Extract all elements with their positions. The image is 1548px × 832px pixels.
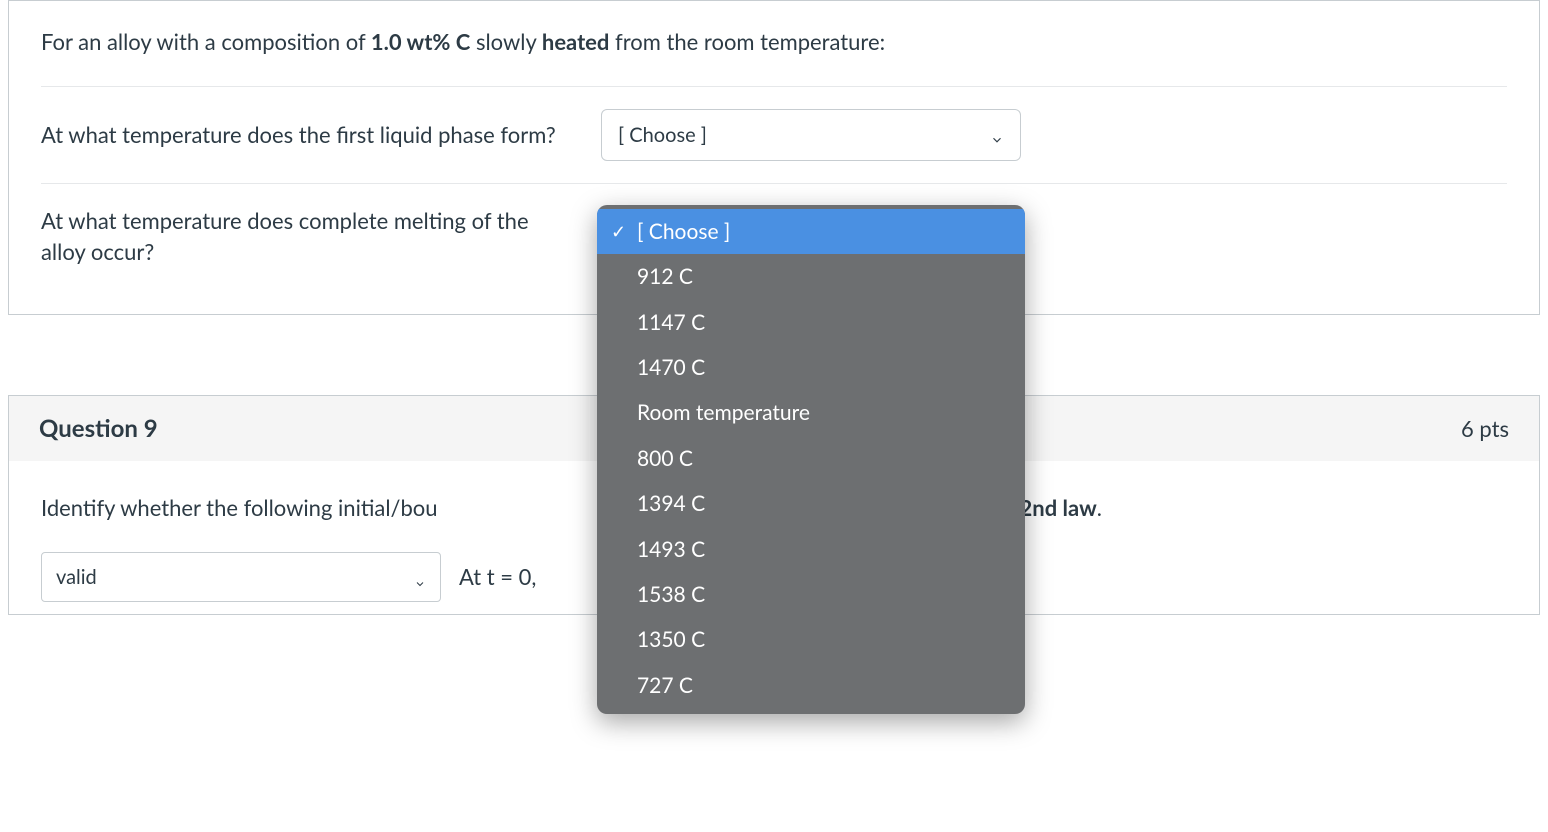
prompt-text: slowly	[470, 28, 542, 55]
answer-row-2: At what temperature does complete meltin…	[41, 183, 1507, 290]
select-value: valid	[56, 565, 97, 589]
dropdown-option[interactable]: 1470 C	[597, 345, 1025, 390]
dropdown-option[interactable]: 1350 C	[597, 617, 1025, 662]
prompt-text: For an alloy with a composition of	[41, 28, 371, 55]
q9-prompt-left: Identify whether the following initial/b…	[41, 494, 438, 521]
q9-condition-left: At t = 0,	[459, 563, 536, 590]
answer-1-select[interactable]: [ Choose ]	[601, 109, 1021, 161]
dropdown-option[interactable]: 1493 C	[597, 527, 1025, 572]
prompt-text: from the room temperature:	[609, 28, 885, 55]
dropdown-option[interactable]: 912 C	[597, 254, 1025, 299]
answer-2-label: At what temperature does complete meltin…	[41, 206, 581, 268]
prompt-bold-composition: 1.0 wt% C	[371, 28, 470, 55]
chevron-down-icon	[414, 571, 426, 583]
answer-1-label: At what temperature does the first liqui…	[41, 120, 581, 151]
dropdown-option[interactable]: 1147 C	[597, 300, 1025, 345]
dropdown-option[interactable]: Room temperature	[597, 390, 1025, 435]
dropdown-option[interactable]: [ Choose ]	[597, 209, 1025, 254]
select-value: [ Choose ]	[618, 123, 707, 147]
q9-valid-select[interactable]: valid	[41, 552, 441, 602]
answer-2-select-wrap: [ Choose ] [ Choose ]912 C1147 C1470 CRo…	[601, 211, 1021, 263]
dropdown-option[interactable]: 800 C	[597, 436, 1025, 481]
dropdown-option[interactable]: 727 C	[597, 663, 1025, 708]
question-8-body: For an alloy with a composition of 1.0 w…	[9, 1, 1539, 314]
dropdown-option[interactable]: 1394 C	[597, 481, 1025, 526]
question-8-prompt: For an alloy with a composition of 1.0 w…	[41, 25, 1507, 58]
question-9-title: Question 9	[39, 414, 158, 443]
answer-1-select-wrap: [ Choose ]	[601, 109, 1021, 161]
q9-prompt-period: .	[1097, 494, 1102, 521]
question-8-card: For an alloy with a composition of 1.0 w…	[8, 0, 1540, 315]
question-9-points: 6 pts	[1461, 415, 1509, 442]
dropdown-option[interactable]: 1538 C	[597, 572, 1025, 617]
dropdown-menu[interactable]: [ Choose ]912 C1147 C1470 CRoom temperat…	[597, 205, 1025, 714]
prompt-bold-heated: heated	[542, 28, 610, 55]
chevron-down-icon	[990, 128, 1004, 142]
answer-row-1: At what temperature does the first liqui…	[41, 86, 1507, 183]
